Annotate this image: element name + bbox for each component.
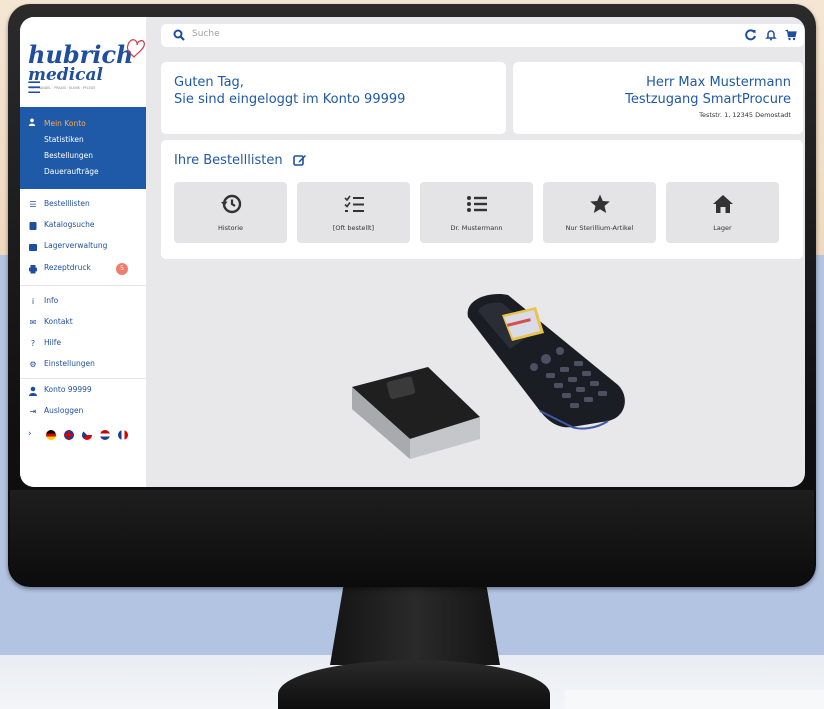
count-badge: 5 xyxy=(116,263,128,275)
order-list-tile-oft-bestellt[interactable]: [Oft bestellt] xyxy=(297,182,410,243)
divider xyxy=(20,285,146,286)
monitor-chin xyxy=(10,490,814,585)
sidebar-item-ausloggen[interactable]: ⇥ Ausloggen xyxy=(20,404,146,420)
background-panel xyxy=(565,690,824,709)
logout-icon: ⇥ xyxy=(29,407,37,416)
order-list-tile-sterillium[interactable]: Nur Sterillium-Artikel xyxy=(543,182,656,243)
menu-item-mein-konto[interactable]: Mein Konto xyxy=(44,119,86,128)
chevron-right-icon[interactable]: › xyxy=(28,429,32,439)
sidebar-item-info[interactable]: i Info xyxy=(20,294,146,310)
archive-icon xyxy=(29,244,37,251)
sidebar-item-label: Info xyxy=(44,296,59,305)
section-title: Ihre Bestelllisten xyxy=(174,153,283,168)
user-icon xyxy=(28,118,36,126)
flag-gb-icon[interactable] xyxy=(64,430,74,440)
sidebar-item-label: Konto 99999 xyxy=(44,385,92,394)
search-input[interactable]: Suche xyxy=(192,29,220,39)
tile-label: Dr. Mustermann xyxy=(450,224,503,232)
user-address: Teststr. 1, 12345 Demostadt xyxy=(699,111,791,119)
sidebar-item-label: Bestelllisten xyxy=(44,199,90,208)
tile-label: Historie xyxy=(217,224,244,232)
barcode-scanner-image xyxy=(352,293,625,459)
sidebar-item-label: Kontakt xyxy=(44,317,73,326)
book-icon xyxy=(29,222,37,230)
flag-fr-icon[interactable] xyxy=(118,430,128,440)
printer-icon xyxy=(29,265,37,274)
sidebar-item-label: Einstellungen xyxy=(44,359,95,368)
sidebar-item-lagerverwaltung[interactable]: Lagerverwaltung xyxy=(20,239,146,255)
tile-label: Lager xyxy=(713,224,732,232)
tile-label: [Oft bestellt] xyxy=(332,224,375,232)
flag-nl-icon[interactable] xyxy=(100,430,110,440)
menu-item-statistiken[interactable]: Statistiken xyxy=(44,135,84,144)
info-icon: i xyxy=(31,297,35,306)
greeting-text: Guten Tag, xyxy=(174,75,244,90)
gear-icon: ⚙ xyxy=(29,360,37,369)
search-icon xyxy=(173,29,185,41)
search-bar[interactable]: Suche xyxy=(161,24,804,47)
edit-icon[interactable] xyxy=(293,153,307,167)
bell-icon[interactable] xyxy=(765,29,777,41)
company-name: Testzugang SmartProcure xyxy=(625,92,791,107)
refresh-icon[interactable] xyxy=(745,29,757,41)
pocket-scanner xyxy=(352,367,480,459)
order-list-tile-historie[interactable]: Historie xyxy=(174,182,287,243)
star-icon xyxy=(590,194,610,213)
sidebar-item-rezeptdruck[interactable]: Rezeptdruck 5 xyxy=(20,261,146,277)
menu-item-bestellungen[interactable]: Bestellungen xyxy=(44,151,93,160)
tile-label: Nur Sterillium-Artikel xyxy=(565,224,634,232)
sidebar-item-label: Ausloggen xyxy=(44,406,84,415)
menu-icon[interactable]: ☰ xyxy=(27,80,41,96)
flag-cz-icon[interactable] xyxy=(82,430,92,440)
account-info-text: Sie sind eingeloggt im Konto 99999 xyxy=(174,92,406,107)
sidebar: hubrich medical FACHHANDEL · PRAXIS · KL… xyxy=(20,17,146,487)
user-name: Herr Max Mustermann xyxy=(646,75,791,90)
order-list-tile-lager[interactable]: Lager xyxy=(666,182,779,243)
sidebar-item-bestelllisten[interactable]: ☰ Bestelllisten xyxy=(20,197,146,213)
account-menu: Mein Konto Statistiken Bestellungen Daue… xyxy=(20,107,146,189)
cart-icon[interactable] xyxy=(785,29,797,41)
sidebar-item-hilfe[interactable]: ? Hilfe xyxy=(20,336,146,352)
sidebar-item-label: Lagerverwaltung xyxy=(44,241,108,250)
sidebar-item-katalogsuche[interactable]: Katalogsuche xyxy=(20,218,146,234)
sidebar-item-konto[interactable]: Konto 99999 xyxy=(20,383,146,399)
order-list-tile-dr-mustermann[interactable]: Dr. Mustermann xyxy=(420,182,533,243)
user-card: Herr Max Mustermann Testzugang SmartProc… xyxy=(513,62,803,134)
sidebar-item-label: Katalogsuche xyxy=(44,220,95,229)
sidebar-item-kontakt[interactable]: ✉ Kontakt xyxy=(20,315,146,331)
home-icon xyxy=(713,195,733,213)
checklist-icon xyxy=(344,195,364,212)
language-switcher: › xyxy=(28,429,146,443)
sidebar-item-label: Rezeptdruck xyxy=(44,263,91,272)
sidebar-item-label: Hilfe xyxy=(44,338,62,347)
greeting-card: Guten Tag, Sie sind eingeloggt im Konto … xyxy=(161,62,506,134)
history-icon xyxy=(221,194,242,214)
divider xyxy=(20,378,146,379)
handheld-terminal xyxy=(467,293,625,430)
app-screen: hubrich medical FACHHANDEL · PRAXIS · KL… xyxy=(20,17,805,487)
list-icon: ☰ xyxy=(29,200,37,209)
envelope-icon: ✉ xyxy=(29,318,37,327)
menu-item-dauerauftraege[interactable]: Daueraufträge xyxy=(44,167,99,176)
sidebar-item-einstellungen[interactable]: ⚙ Einstellungen xyxy=(20,357,146,373)
help-icon: ? xyxy=(30,339,36,348)
hubrich-logo: hubrich medical FACHHANDEL · PRAXIS · KL… xyxy=(28,39,145,90)
order-lists-card: Ihre Bestelllisten Historie [Oft bestell… xyxy=(161,140,803,259)
monitor-stand xyxy=(330,585,500,665)
user-icon xyxy=(29,386,37,396)
list-icon xyxy=(467,196,487,212)
flag-de-icon[interactable] xyxy=(46,430,56,440)
